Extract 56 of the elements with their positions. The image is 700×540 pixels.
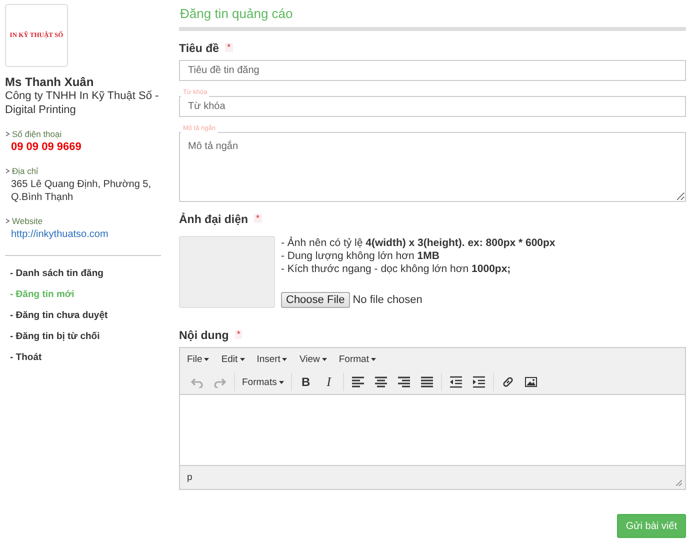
address-text: 365 Lê Quang Định, Phường 5, Q.Bình Thạnh [10, 178, 152, 204]
undo-icon [191, 376, 203, 388]
contact-label: Số điện thoại [12, 129, 62, 139]
field-label: Tiêu đề [179, 43, 220, 55]
required-mark: * [234, 330, 242, 339]
chevron-icon [5, 218, 10, 224]
resize-grip-icon [676, 480, 682, 486]
justify-icon [420, 376, 433, 388]
redo-icon [214, 376, 226, 388]
editor-menu[interactable]: Edit [221, 354, 245, 364]
align-left-icon [352, 376, 364, 388]
align-right-icon [398, 376, 410, 388]
contact-label: Website [12, 216, 43, 226]
outdent-icon [450, 376, 462, 388]
note-text: - Kích thước ngang - dọc không lớn hơn 1000px; [281, 263, 512, 276]
sidebar-menu-item[interactable]: - Danh sách tin đăng [5, 264, 161, 283]
element-path: p [187, 472, 192, 483]
field-label: Ảnh đại diện [179, 214, 248, 226]
company-name: Công ty TNHH In Kỹ Thuật Số - Digital Printing [5, 89, 160, 117]
keyword-field[interactable]: Từ khóa [179, 96, 686, 117]
editor-menu[interactable]: Format [338, 354, 376, 364]
field-label: Nội dung [179, 330, 229, 342]
required-mark: * [225, 43, 233, 52]
link-icon [502, 376, 514, 388]
file-status: No file chosen [352, 294, 422, 306]
editor-menu[interactable]: File [187, 354, 210, 364]
note-text: - Ảnh nên có tỷ lệ 4(width) x 3(height). ex: 800px * 600px [281, 237, 556, 250]
required-mark: * [254, 214, 262, 223]
page-title: Đăng tin quảng cáo [180, 6, 294, 21]
caret-icon [322, 358, 327, 360]
formats-dropdown[interactable]: Formats [239, 373, 287, 391]
website-link[interactable]: http://inkythuatso.com [5, 228, 161, 241]
image-icon [524, 376, 537, 388]
editor-menu[interactable]: Insert [256, 354, 288, 364]
bold-button[interactable]: B [296, 373, 316, 391]
indent-icon [472, 376, 485, 388]
title-field[interactable]: Tiêu đề tin đăng [179, 60, 686, 81]
phone-number: 09 09 09 9669 [10, 141, 82, 154]
caret-icon [370, 358, 376, 360]
italic-button[interactable]: I [318, 373, 339, 391]
choose-file-button[interactable]: Choose File [281, 292, 350, 308]
caret-icon [278, 380, 284, 384]
align-center-icon [374, 376, 387, 388]
sidebar-menu-item[interactable]: - Đăng tin bị từ chối [5, 327, 161, 346]
chevron-icon [5, 168, 10, 174]
description-field[interactable]: Mô tả ngắn [179, 132, 686, 202]
editor-menu[interactable]: View [299, 354, 327, 364]
contact-name: Ms Thanh Xuân [5, 75, 95, 89]
chevron-icon [5, 131, 10, 137]
note-text: - Dung lượng không lớn hơn 1MB [281, 250, 440, 263]
caret-icon [240, 358, 245, 360]
caret-icon [282, 358, 288, 360]
caret-icon [204, 358, 210, 360]
contact-label: Địa chỉ [12, 166, 38, 176]
sidebar-menu-item[interactable]: - Thoát [5, 348, 161, 367]
sidebar-menu-item[interactable]: - Đăng tin chưa duyệt [5, 306, 161, 325]
